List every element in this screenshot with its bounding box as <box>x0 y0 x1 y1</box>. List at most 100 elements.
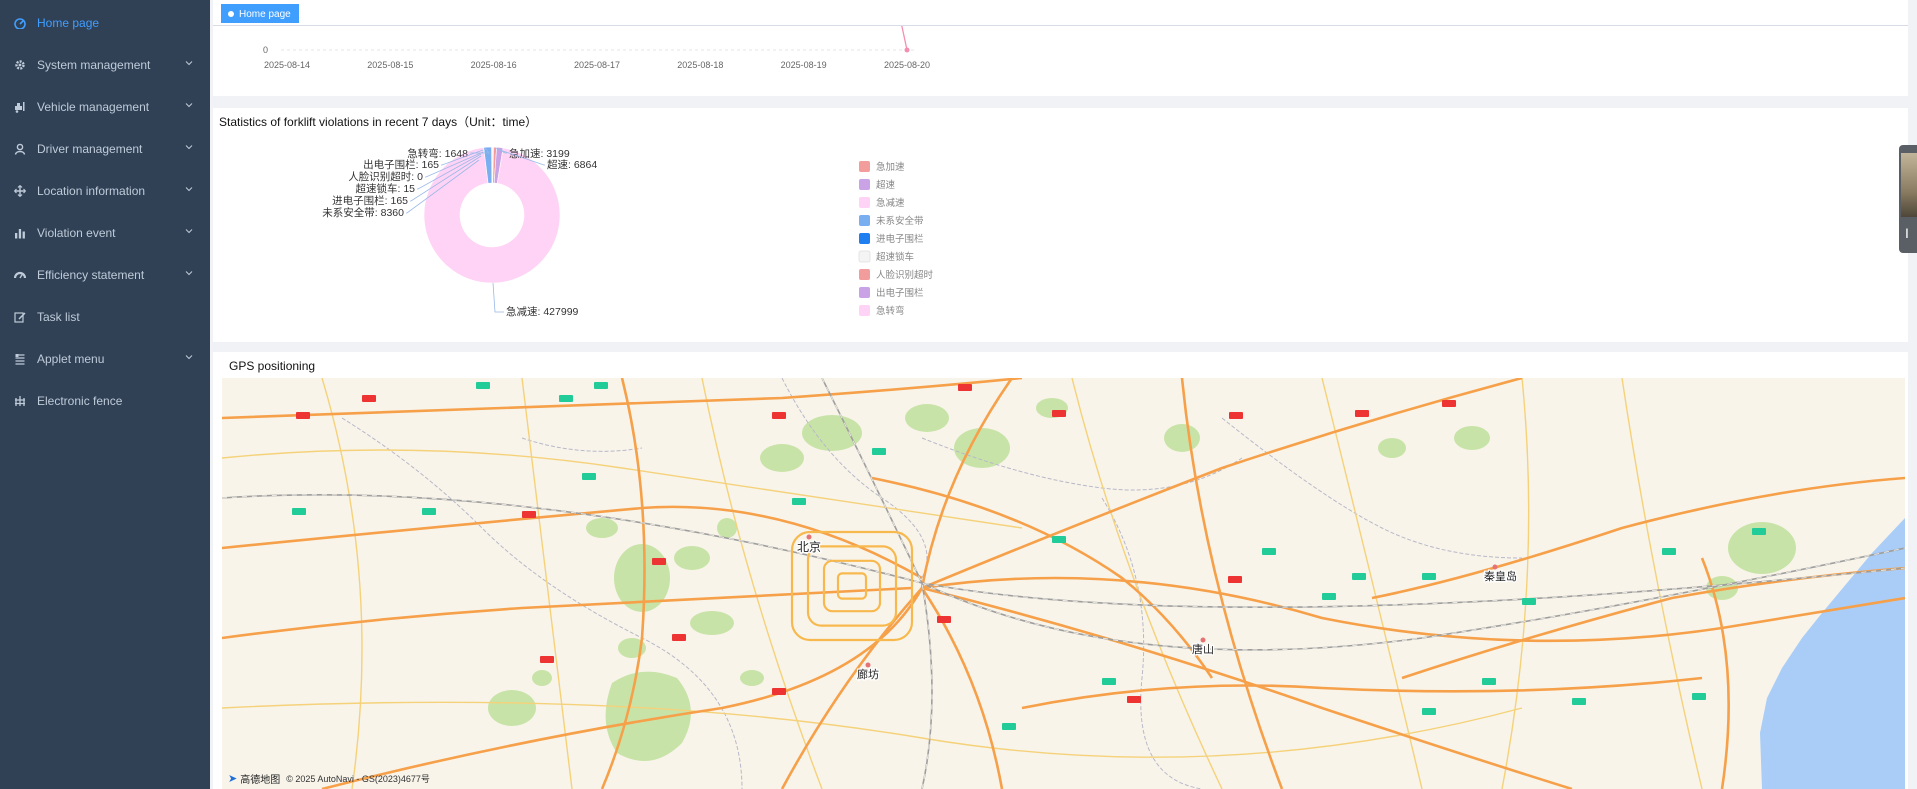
legend-item-label[interactable]: 进电子围栏 <box>876 233 924 245</box>
park-area <box>1164 424 1200 452</box>
sidebar-item-label: Location information <box>37 184 146 198</box>
highway <box>921 378 1523 590</box>
chevron-down-icon <box>185 61 193 66</box>
legend-swatch[interactable] <box>858 250 871 263</box>
legend-item-label[interactable]: 未系安全带 <box>876 215 924 227</box>
highway-shield <box>1572 698 1586 705</box>
tag-home[interactable]: Home page <box>221 4 299 23</box>
pie-data-label: 未系安全带: 8360 <box>322 206 404 219</box>
minor-road <box>701 378 823 789</box>
gps-map[interactable]: 北京 廊坊 唐山 秦皇岛 ➤ 高德地图 © 2025 AutoNavi - GS(20… <box>222 378 1905 789</box>
legend-swatch[interactable] <box>859 215 870 226</box>
sidebar-item-home-page[interactable]: Home page <box>0 2 210 44</box>
floating-side-panel[interactable]: I <box>1899 145 1917 253</box>
railway-dash <box>222 494 1905 608</box>
city-marker <box>1492 564 1498 570</box>
legend-swatch[interactable] <box>859 269 870 280</box>
highway-shield <box>594 382 608 389</box>
chevron-down-icon <box>185 187 193 192</box>
highway-shield <box>1352 573 1366 580</box>
ring-road <box>836 572 868 600</box>
park-area <box>802 415 862 451</box>
highway-shield <box>1692 693 1706 700</box>
sidebar-item-location-information[interactable]: Location information <box>0 170 210 212</box>
chevron-down-icon <box>185 271 193 276</box>
sidebar-item-efficiency-statement[interactable]: Efficiency statement <box>0 254 210 296</box>
highway-shield <box>1522 598 1536 605</box>
sidebar-item-label: Home page <box>37 16 100 30</box>
highway-shield <box>1102 678 1116 685</box>
highway-shield <box>1422 708 1436 715</box>
city-marker <box>806 534 812 540</box>
highway-shield <box>292 508 306 515</box>
map-tiles: 北京廊坊 唐山 秦皇岛 <box>222 378 1905 789</box>
highway-shield <box>1322 593 1336 600</box>
sidebar-item-label: Driver management <box>37 142 143 156</box>
x-tick-label: 2025-08-17 <box>574 60 620 70</box>
map-attribution: ➤ 高德地图 © 2025 AutoNavi - GS(2023)4677号 <box>228 771 430 786</box>
legend-item-label[interactable]: 超速锁车 <box>876 251 914 263</box>
legend-swatch[interactable] <box>859 161 870 172</box>
panel-icon: I <box>1905 225 1909 241</box>
move-icon <box>14 185 26 197</box>
forklift-icon <box>15 102 25 113</box>
y-tick-label: 0 <box>263 45 268 55</box>
minor-road <box>521 378 573 789</box>
legend-swatch[interactable] <box>859 287 870 298</box>
park-area <box>690 611 734 635</box>
sidebar-item-label: Violation event <box>37 226 116 240</box>
minor-road <box>321 378 363 789</box>
gear-icon <box>15 60 25 70</box>
highway-shield <box>937 616 951 623</box>
highway-shield <box>872 448 886 455</box>
pie-data-label: 超速锁车: 15 <box>355 182 415 195</box>
park-area <box>674 546 710 570</box>
sidebar-item-electronic-fence[interactable]: Electronic fence <box>0 380 210 422</box>
legend-item-label[interactable]: 超速 <box>876 179 896 191</box>
highway-shield <box>1355 410 1369 417</box>
highway-shield <box>1127 696 1141 703</box>
x-tick-label: 2025-08-15 <box>367 60 413 70</box>
highway-shield <box>1752 528 1766 535</box>
ring-road <box>822 559 882 613</box>
legend-swatch[interactable] <box>859 179 870 190</box>
highway-shield <box>672 634 686 641</box>
highway-shield <box>422 508 436 515</box>
sidebar-item-applet-menu[interactable]: Applet menu <box>0 338 210 380</box>
highway-shield <box>792 498 806 505</box>
highway-shield <box>362 395 376 402</box>
gps-card-title: GPS positioning <box>229 359 316 373</box>
chevron-down-icon <box>185 145 193 150</box>
legend-swatch[interactable] <box>859 305 870 316</box>
park-area <box>586 518 618 538</box>
legend-item-label[interactable]: 人脸识别超时 <box>876 269 934 281</box>
line-chart-svg: 0 2025-08-14 2025-08-15 2025-08-16 2025-08-1… <box>263 21 930 70</box>
sidebar-item-system-management[interactable]: System management <box>0 44 210 86</box>
minor-road <box>222 449 1023 529</box>
legend-item-label[interactable]: 出电子围栏 <box>876 287 924 299</box>
city-label-langfang: 廊坊 <box>857 667 879 681</box>
chevron-down-icon <box>185 103 193 108</box>
legend-item-label[interactable]: 急减速 <box>876 197 905 209</box>
legend-item-label[interactable]: 急转弯 <box>876 305 905 317</box>
highway-shield <box>1262 548 1276 555</box>
thumbnail-image <box>1901 153 1917 217</box>
gauge-icon <box>14 271 26 279</box>
sidebar-item-label: Electronic fence <box>37 394 123 408</box>
sidebar-item-task-list[interactable]: Task list <box>0 296 210 338</box>
highway-shield <box>1422 573 1436 580</box>
legend-swatch[interactable] <box>859 233 870 244</box>
legend-swatch[interactable] <box>859 197 870 208</box>
sidebar-item-driver-management[interactable]: Driver management <box>0 128 210 170</box>
sidebar-item-vehicle-management[interactable]: Vehicle management <box>0 86 210 128</box>
legend-item-label[interactable]: 急加速 <box>876 161 905 173</box>
bar-chart-icon <box>15 229 25 239</box>
x-tick-label: 2025-08-14 <box>264 60 310 70</box>
city-marker <box>1200 637 1206 643</box>
highway-shield <box>1052 410 1066 417</box>
highway-shield <box>772 412 786 419</box>
sidebar-item-violation-event[interactable]: Violation event <box>0 212 210 254</box>
park-area <box>905 404 949 432</box>
city-marker <box>865 662 871 668</box>
tags-bar: Home page <box>213 0 1908 26</box>
